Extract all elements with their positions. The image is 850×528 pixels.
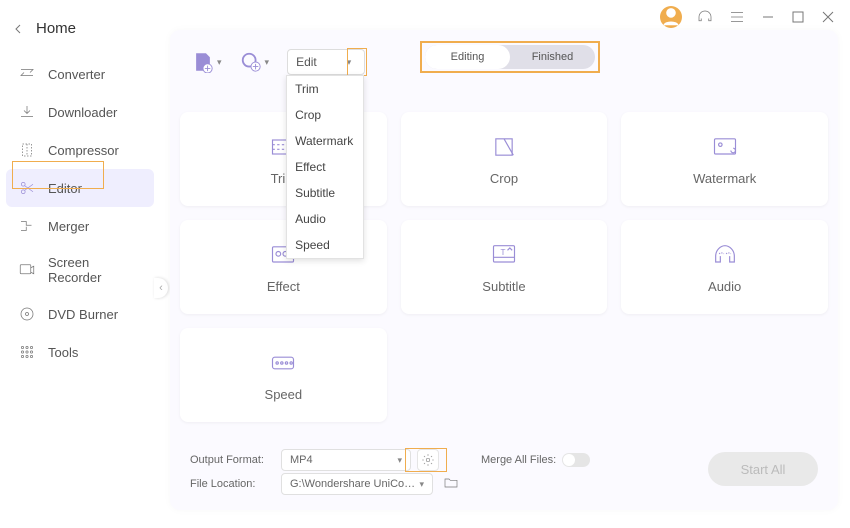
- sidebar-item-label: Screen Recorder: [48, 255, 142, 285]
- collapse-sidebar-button[interactable]: ‹: [154, 278, 168, 298]
- rec-icon: [18, 261, 36, 279]
- chevron-down-icon: ▾: [265, 57, 270, 68]
- sidebar-item-label: Converter: [48, 67, 105, 82]
- add-folder-button[interactable]: ▾: [240, 51, 270, 73]
- browse-folder-button[interactable]: [443, 475, 459, 494]
- tile-speed[interactable]: Speed: [180, 328, 387, 422]
- dropdown-item-watermark[interactable]: Watermark: [287, 128, 363, 154]
- chevron-down-icon: ▾: [217, 57, 222, 68]
- converter-icon: [18, 65, 36, 83]
- file-location-label: File Location:: [190, 478, 275, 490]
- sidebar-item-compress[interactable]: Compressor: [6, 131, 154, 169]
- start-all-button[interactable]: Start All: [708, 452, 818, 486]
- sidebar-item-label: Tools: [48, 345, 78, 360]
- back-icon: [12, 23, 24, 35]
- disc-icon: [18, 305, 36, 323]
- edit-type-dropdown-menu: TrimCropWatermarkEffectSubtitleAudioSpee…: [286, 75, 364, 259]
- dropdown-item-trim[interactable]: Trim: [287, 76, 363, 102]
- bottom-bar: Output Format: MP4▾ Merge All Files: Fil…: [190, 448, 818, 500]
- speed-icon: [269, 349, 297, 377]
- headset-icon[interactable]: [696, 8, 714, 26]
- grid-icon: [18, 343, 36, 361]
- merge-icon: [18, 217, 36, 235]
- sidebar-item-label: Downloader: [48, 105, 117, 120]
- main-pane: ▾ ▾ Edit ▾ TrimCropWatermarkEffectSubtit…: [170, 30, 838, 510]
- sidebar-item-label: Compressor: [48, 143, 119, 158]
- sidebar-item-label: Merger: [48, 219, 89, 234]
- tile-label: Effect: [267, 279, 300, 294]
- edit-type-dropdown[interactable]: Edit ▾: [287, 49, 365, 75]
- segment-finished[interactable]: Finished: [510, 45, 595, 69]
- sidebar-nav: Converter Downloader Compressor Editor Merge…: [6, 55, 154, 371]
- home-label: Home: [36, 20, 76, 37]
- add-file-button[interactable]: ▾: [192, 51, 222, 73]
- sidebar-item-label: Editor: [48, 181, 82, 196]
- dropdown-item-effect[interactable]: Effect: [287, 154, 363, 180]
- maximize-button[interactable]: [790, 9, 806, 25]
- file-location-select[interactable]: G:\Wondershare UniConverter▾: [281, 473, 433, 495]
- tile-label: Subtitle: [482, 279, 525, 294]
- dropdown-item-crop[interactable]: Crop: [287, 102, 363, 128]
- tile-label: Speed: [265, 387, 303, 402]
- download-icon: [18, 103, 36, 121]
- home-header[interactable]: Home: [6, 14, 154, 55]
- sidebar-item-label: DVD Burner: [48, 307, 118, 322]
- status-segment: Editing Finished: [425, 45, 595, 69]
- sidebar-item-converter[interactable]: Converter: [6, 55, 154, 93]
- sidebar: Home Converter Downloader Compressor Editor…: [0, 0, 160, 528]
- segment-editing[interactable]: Editing: [425, 45, 510, 69]
- watermark-icon: [711, 133, 739, 161]
- audio-icon: [711, 241, 739, 269]
- sidebar-item-scissors[interactable]: Editor: [6, 169, 154, 207]
- subtitle-icon: T: [490, 241, 518, 269]
- merge-label: Merge All Files:: [481, 454, 556, 466]
- sidebar-item-grid[interactable]: Tools: [6, 333, 154, 371]
- tile-crop[interactable]: Crop: [401, 112, 608, 206]
- tile-label: Audio: [708, 279, 741, 294]
- scissors-icon: [18, 179, 36, 197]
- tile-audio[interactable]: Audio: [621, 220, 828, 314]
- menu-icon[interactable]: [728, 8, 746, 26]
- window-titlebar: [660, 6, 836, 28]
- sidebar-item-download[interactable]: Downloader: [6, 93, 154, 131]
- merge-toggle[interactable]: [562, 453, 590, 467]
- chevron-down-icon: ▾: [419, 479, 424, 490]
- minimize-button[interactable]: [760, 9, 776, 25]
- tile-subtitle[interactable]: T Subtitle: [401, 220, 608, 314]
- tile-label: Watermark: [693, 171, 756, 186]
- sidebar-item-merge[interactable]: Merger: [6, 207, 154, 245]
- output-format-label: Output Format:: [190, 454, 275, 466]
- sidebar-item-rec[interactable]: Screen Recorder: [6, 245, 154, 295]
- crop-icon: [490, 133, 518, 161]
- tile-watermark[interactable]: Watermark: [621, 112, 828, 206]
- chevron-down-icon: ▾: [397, 455, 402, 466]
- chevron-down-icon: ▾: [347, 57, 352, 68]
- dropdown-item-audio[interactable]: Audio: [287, 206, 363, 232]
- svg-text:T: T: [500, 248, 505, 257]
- tile-label: Crop: [490, 171, 518, 186]
- dropdown-label: Edit: [296, 55, 317, 69]
- dropdown-item-subtitle[interactable]: Subtitle: [287, 180, 363, 206]
- format-settings-button[interactable]: [417, 449, 439, 471]
- sidebar-item-disc[interactable]: DVD Burner: [6, 295, 154, 333]
- dropdown-item-speed[interactable]: Speed: [287, 232, 363, 258]
- editor-toolbar: ▾ ▾ Edit ▾ TrimCropWatermarkEffectSubtit…: [192, 44, 816, 80]
- output-format-select[interactable]: MP4▾: [281, 449, 411, 471]
- compress-icon: [18, 141, 36, 159]
- tool-tiles: TrimCropWatermarkEffectTSubtitleAudioSpe…: [180, 112, 828, 422]
- tutorial-highlight-segment: Editing Finished: [420, 41, 600, 73]
- user-avatar[interactable]: [660, 6, 682, 28]
- close-button[interactable]: [820, 9, 836, 25]
